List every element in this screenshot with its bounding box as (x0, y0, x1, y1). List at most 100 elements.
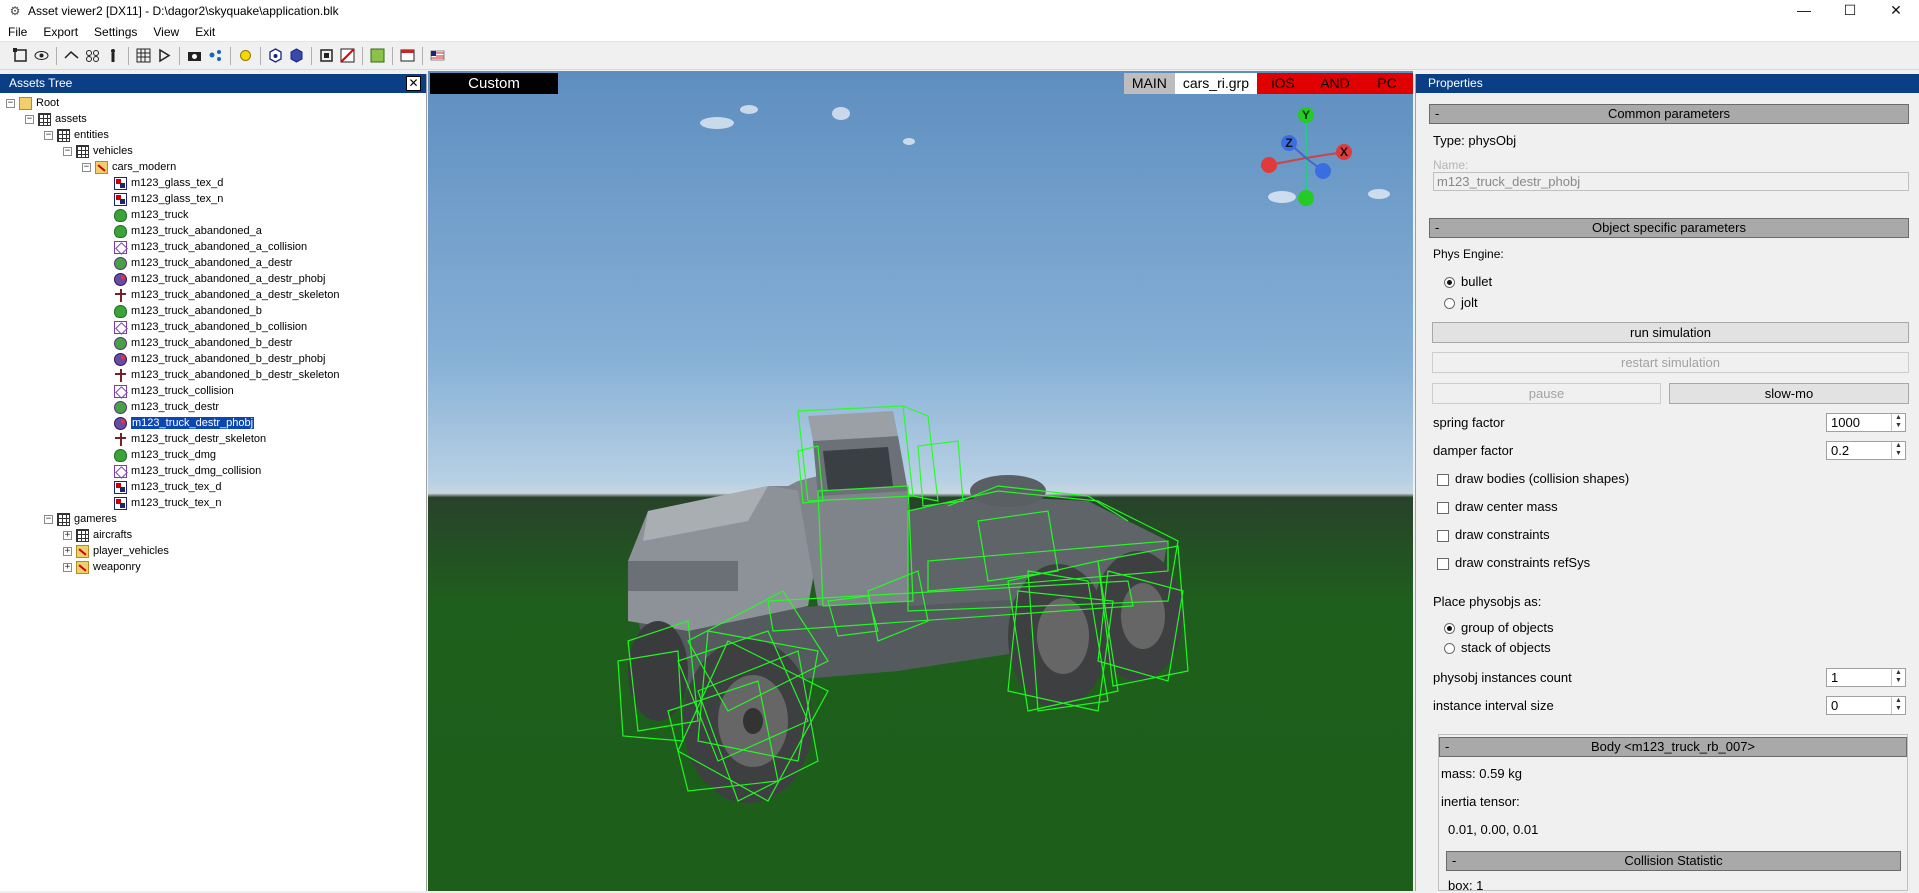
place-stack-radio[interactable] (1444, 643, 1455, 654)
tree-item-m123-truck-collision[interactable]: m123_truck_collision (101, 383, 234, 399)
tree-item-m123-glass-tex-d[interactable]: m123_glass_tex_d (101, 175, 223, 191)
tree-item-label[interactable]: m123_truck_collision (131, 385, 234, 397)
collapse-icon[interactable]: - (1452, 852, 1456, 870)
collapse-icon[interactable]: − (25, 114, 34, 124)
tree-item-entities[interactable]: − entities (44, 127, 109, 143)
tree-item-assets[interactable]: − assets (25, 111, 87, 127)
engine-jolt-label[interactable]: jolt (1461, 295, 1478, 310)
collapse-icon[interactable]: − (63, 146, 72, 156)
spinner-arrows-icon[interactable]: ▲ ▼ (1891, 414, 1905, 431)
collapse-icon[interactable]: − (6, 98, 15, 108)
tree-item-m123-truck-destr[interactable]: m123_truck_destr (101, 399, 219, 415)
select-icon[interactable] (12, 47, 29, 64)
tree-item-label[interactable]: player_vehicles (93, 545, 169, 557)
tree-item-label[interactable]: m123_truck_destr_skeleton (131, 433, 266, 445)
tree-item-label[interactable]: entities (74, 129, 109, 141)
window-icon[interactable] (399, 47, 416, 64)
collapse-icon[interactable]: - (1435, 219, 1439, 237)
figure-icon[interactable] (105, 47, 122, 64)
tree-item-m123-truck-dmg-collision[interactable]: m123_truck_dmg_collision (101, 463, 261, 479)
gizmo-neg-z[interactable] (1315, 163, 1331, 179)
spinner-arrows-icon[interactable]: ▲ ▼ (1891, 697, 1905, 714)
gizmo-neg-x[interactable] (1261, 157, 1277, 173)
tree-item-root[interactable]: − Root (6, 95, 59, 111)
tree-item-player-vehicles[interactable]: + player_vehicles (63, 543, 169, 559)
damper-factor-input[interactable]: 0.2 ▲ ▼ (1826, 441, 1906, 460)
tree-item-label[interactable]: m123_truck (131, 209, 188, 221)
axis-gizmo[interactable]: Y Z X (1251, 103, 1361, 213)
spring-factor-input[interactable]: 1000 ▲ ▼ (1826, 413, 1906, 432)
tab-and[interactable]: AND (1309, 73, 1361, 94)
draw-constraints-label[interactable]: draw constraints (1455, 527, 1550, 542)
tree-item-label[interactable]: assets (55, 113, 87, 125)
tree-item-m123-truck-abandoned-a-collision[interactable]: m123_truck_abandoned_a_collision (101, 239, 307, 255)
restart-simulation-button[interactable]: restart simulation (1432, 352, 1909, 373)
tree-item-m123-truck-abandoned-b[interactable]: m123_truck_abandoned_b (101, 303, 262, 319)
collapse-icon[interactable]: − (44, 130, 53, 140)
cube-solid-icon[interactable] (288, 47, 305, 64)
tree-item-label[interactable]: Root (36, 97, 59, 109)
tree-item-label[interactable]: m123_truck_abandoned_b_collision (131, 321, 307, 333)
group-icon[interactable] (84, 47, 101, 64)
draw-constraints-refsys-checkbox[interactable] (1437, 558, 1449, 570)
tree-item-label[interactable]: m123_truck_abandoned_b_destr_phobj (131, 353, 326, 365)
close-window-button[interactable]: ✕ (1873, 0, 1919, 22)
tree-item-label[interactable]: m123_truck_tex_n (131, 497, 222, 509)
tree-item-label[interactable]: m123_truck_tex_d (131, 481, 222, 493)
maximize-button[interactable]: ☐ (1827, 0, 1873, 22)
menu-file[interactable]: File (0, 22, 35, 42)
tab-grp-file[interactable]: cars_ri.grp (1174, 73, 1257, 94)
collapse-icon[interactable]: − (82, 162, 91, 172)
tree-item-label[interactable]: m123_truck_abandoned_b_destr (131, 337, 292, 349)
tree-item-label[interactable]: m123_truck_dmg_collision (131, 465, 261, 477)
instances-count-input[interactable]: 1 ▲ ▼ (1826, 668, 1906, 687)
tree-item-m123-truck-abandoned-b-destr-skeleton[interactable]: m123_truck_abandoned_b_destr_skeleton (101, 367, 340, 383)
tree-item-m123-glass-tex-n[interactable]: m123_glass_tex_n (101, 191, 223, 207)
place-stack-label[interactable]: stack of objects (1461, 640, 1551, 655)
collision-statistic-header[interactable]: - Collision Statistic (1446, 851, 1901, 871)
menu-export[interactable]: Export (35, 22, 86, 42)
spinner-arrows-icon[interactable]: ▲ ▼ (1891, 442, 1905, 459)
interval-size-input[interactable]: 0 ▲ ▼ (1826, 696, 1906, 715)
draw-bodies-label[interactable]: draw bodies (collision shapes) (1455, 471, 1629, 486)
collapse-icon[interactable]: - (1445, 738, 1449, 756)
tree-item-m123-truck-dmg[interactable]: m123_truck_dmg (101, 447, 216, 463)
tree-item-m123-truck-destr-phobj[interactable]: m123_truck_destr_phobj (101, 415, 256, 431)
tree-item-label[interactable]: m123_truck_abandoned_a_destr (131, 257, 292, 269)
tree-item-m123-truck-abandoned-b-destr[interactable]: m123_truck_abandoned_b_destr (101, 335, 292, 351)
3d-viewport[interactable]: Custom MAIN cars_ri.grp iOS AND PC Y Z X (428, 71, 1413, 891)
tree-item-vehicles[interactable]: − vehicles (63, 143, 133, 159)
tree-item-label[interactable]: m123_truck_abandoned_b (131, 305, 262, 317)
minimize-button[interactable]: — (1781, 0, 1827, 22)
run-simulation-button[interactable]: run simulation (1432, 322, 1909, 343)
common-parameters-header[interactable]: - Common parameters (1429, 104, 1909, 124)
place-group-radio[interactable] (1444, 623, 1455, 634)
menu-settings[interactable]: Settings (86, 22, 145, 42)
frame-icon[interactable] (318, 47, 335, 64)
camera-icon[interactable] (186, 47, 203, 64)
tab-main[interactable]: MAIN (1123, 73, 1175, 94)
cube-icon[interactable] (267, 47, 284, 64)
expand-icon[interactable]: + (63, 546, 72, 556)
tree-item-label[interactable]: weaponry (93, 561, 141, 573)
no-collision-icon[interactable] (339, 47, 356, 64)
tree-item-label[interactable]: m123_truck_abandoned_a_destr_skeleton (131, 289, 340, 301)
tree-item-m123-truck-abandoned-a-destr-phobj[interactable]: m123_truck_abandoned_a_destr_phobj (101, 271, 326, 287)
tree-item-label[interactable]: aircrafts (93, 529, 132, 541)
menu-exit[interactable]: Exit (187, 22, 223, 42)
engine-jolt-radio[interactable] (1444, 298, 1455, 309)
tree-item-label[interactable]: m123_truck_dmg (131, 449, 216, 461)
expand-icon[interactable]: + (63, 530, 72, 540)
tree-item-label[interactable]: cars_modern (112, 161, 176, 173)
tree-item-m123-truck-abandoned-a-destr[interactable]: m123_truck_abandoned_a_destr (101, 255, 292, 271)
tree-item-m123-truck-abandoned-b-collision[interactable]: m123_truck_abandoned_b_collision (101, 319, 307, 335)
pause-button[interactable]: pause (1432, 383, 1661, 404)
split-icon[interactable] (63, 47, 80, 64)
draw-constraints-checkbox[interactable] (1437, 530, 1449, 542)
tree-item-label[interactable]: m123_glass_tex_d (131, 177, 223, 189)
draw-constraints-refsys-label[interactable]: draw constraints refSys (1455, 555, 1590, 570)
tree-item-aircrafts[interactable]: + aircrafts (63, 527, 132, 543)
tree-item-label[interactable]: m123_truck_destr_phobj (129, 416, 256, 430)
flag-icon[interactable] (429, 47, 446, 64)
draw-bodies-checkbox[interactable] (1437, 474, 1449, 486)
